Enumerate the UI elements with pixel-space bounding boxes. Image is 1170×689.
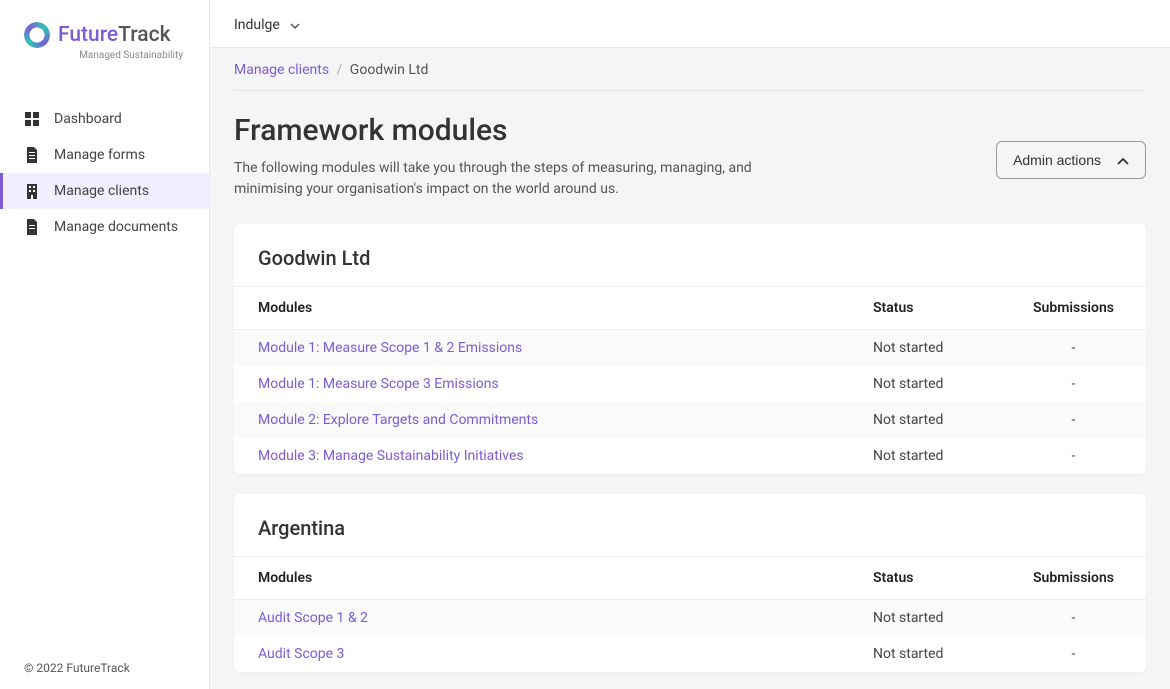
module-link[interactable]: Audit Scope 3	[258, 646, 344, 662]
sidebar-item-label: Manage forms	[54, 147, 145, 163]
module-name-cell: Module 2: Explore Targets and Commitment…	[234, 402, 849, 438]
sidebar-item-dashboard[interactable]: Dashboard	[0, 101, 209, 137]
page-description: The following modules will take you thro…	[234, 158, 774, 200]
file-icon	[24, 147, 40, 163]
module-status-cell: Not started	[849, 600, 1009, 637]
main-area: Indulge Manage clients / Goodwin Ltd Fra…	[210, 0, 1170, 689]
sidebar: FutureTrack Managed Sustainability Dashb…	[0, 0, 210, 689]
table-row: Audit Scope 3 Not started-	[234, 636, 1146, 672]
module-status-cell: Not started	[849, 366, 1009, 402]
brand-logo[interactable]: FutureTrack	[24, 22, 187, 48]
page-header: Framework modules The following modules …	[234, 113, 1146, 200]
logo-circle-icon	[24, 22, 50, 48]
module-name-cell: Module 3: Manage Sustainability Initiati…	[234, 438, 849, 474]
logo-area: FutureTrack Managed Sustainability	[0, 0, 209, 81]
page-title: Framework modules	[234, 113, 774, 148]
table-row: Module 3: Manage Sustainability Initiati…	[234, 438, 1146, 474]
sidebar-item-clients[interactable]: Manage clients	[0, 173, 209, 209]
section-title: Argentina	[234, 494, 1146, 556]
brand-name-secondary: Track	[118, 23, 170, 47]
module-link[interactable]: Audit Scope 1 & 2	[258, 610, 368, 626]
module-submissions-cell: -	[1009, 330, 1146, 367]
col-header-status: Status	[849, 287, 1009, 330]
brand-name-primary: Future	[58, 23, 118, 47]
module-section-card: ArgentinaModulesStatusSubmissionsAudit S…	[234, 494, 1146, 672]
module-link[interactable]: Module 3: Manage Sustainability Initiati…	[258, 448, 524, 464]
sidebar-item-label: Dashboard	[54, 111, 122, 127]
module-name-cell: Module 1: Measure Scope 1 & 2 Emissions	[234, 330, 849, 367]
brand-name: FutureTrack	[58, 23, 171, 47]
module-link[interactable]: Module 1: Measure Scope 1 & 2 Emissions	[258, 340, 522, 356]
sections-container: Goodwin LtdModulesStatusSubmissionsModul…	[234, 224, 1146, 672]
admin-actions-label: Admin actions	[1013, 152, 1101, 168]
chevron-down-icon	[290, 17, 300, 33]
table-row: Module 1: Measure Scope 1 & 2 Emissions N…	[234, 330, 1146, 367]
table-row: Audit Scope 1 & 2 Not started-	[234, 600, 1146, 637]
admin-actions-button[interactable]: Admin actions	[996, 141, 1146, 179]
col-header-modules: Modules	[234, 557, 849, 600]
sidebar-item-forms[interactable]: Manage forms	[0, 137, 209, 173]
building-icon	[24, 183, 40, 199]
module-link[interactable]: Module 1: Measure Scope 3 Emissions	[258, 376, 499, 392]
section-title: Goodwin Ltd	[234, 224, 1146, 286]
col-header-status: Status	[849, 557, 1009, 600]
sidebar-footer: © 2022 FutureTrack	[24, 661, 130, 675]
content-area: Manage clients / Goodwin Ltd Framework m…	[210, 48, 1170, 689]
breadcrumb: Manage clients / Goodwin Ltd	[234, 62, 1146, 91]
module-status-cell: Not started	[849, 438, 1009, 474]
module-name-cell: Audit Scope 3	[234, 636, 849, 672]
module-link[interactable]: Module 2: Explore Targets and Commitment…	[258, 412, 538, 428]
module-status-cell: Not started	[849, 636, 1009, 672]
page-header-text: Framework modules The following modules …	[234, 113, 774, 200]
breadcrumb-current: Goodwin Ltd	[350, 62, 429, 78]
sidebar-item-label: Manage documents	[54, 219, 178, 235]
module-status-cell: Not started	[849, 402, 1009, 438]
table-row: Module 1: Measure Scope 3 Emissions Not s…	[234, 366, 1146, 402]
chevron-up-icon	[1117, 152, 1129, 168]
document-icon	[24, 219, 40, 235]
breadcrumb-parent[interactable]: Manage clients	[234, 62, 329, 78]
module-submissions-cell: -	[1009, 600, 1146, 637]
breadcrumb-separator: /	[337, 62, 343, 78]
sidebar-nav: Dashboard Manage forms Manage clients Ma…	[0, 101, 209, 245]
module-submissions-cell: -	[1009, 438, 1146, 474]
modules-table: ModulesStatusSubmissionsAudit Scope 1 & …	[234, 556, 1146, 672]
module-section-card: Goodwin LtdModulesStatusSubmissionsModul…	[234, 224, 1146, 474]
module-submissions-cell: -	[1009, 366, 1146, 402]
modules-table: ModulesStatusSubmissionsModule 1: Measur…	[234, 286, 1146, 474]
grid-icon	[24, 111, 40, 127]
sidebar-item-label: Manage clients	[54, 183, 149, 199]
brand-tagline: Managed Sustainability	[24, 50, 187, 61]
module-status-cell: Not started	[849, 330, 1009, 367]
module-submissions-cell: -	[1009, 402, 1146, 438]
col-header-submissions: Submissions	[1009, 287, 1146, 330]
module-submissions-cell: -	[1009, 636, 1146, 672]
table-row: Module 2: Explore Targets and Commitment…	[234, 402, 1146, 438]
org-selected-label: Indulge	[234, 17, 280, 33]
sidebar-item-documents[interactable]: Manage documents	[0, 209, 209, 245]
org-selector[interactable]: Indulge	[234, 17, 300, 33]
module-name-cell: Audit Scope 1 & 2	[234, 600, 849, 637]
col-header-modules: Modules	[234, 287, 849, 330]
col-header-submissions: Submissions	[1009, 557, 1146, 600]
topbar: Indulge	[210, 0, 1170, 48]
module-name-cell: Module 1: Measure Scope 3 Emissions	[234, 366, 849, 402]
